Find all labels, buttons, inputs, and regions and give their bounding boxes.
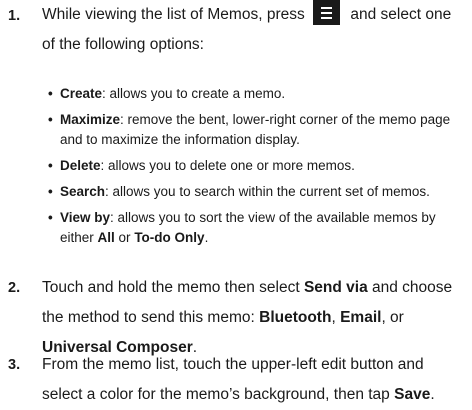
step-number: 2.	[8, 280, 21, 296]
menu-icon	[313, 0, 341, 25]
step-text-part: ,	[331, 309, 341, 326]
step-text-part: Touch and hold the memo then select	[42, 279, 304, 296]
save-label: Save	[394, 386, 431, 403]
options-list: • Create: allows you to create a memo. •…	[48, 84, 468, 254]
bluetooth-label: Bluetooth	[259, 309, 332, 326]
option-delete: • Delete: allows you to delete one or mo…	[48, 156, 468, 176]
bullet-dot: •	[48, 86, 53, 101]
option-desc: : allows you to delete one or more memos…	[100, 158, 355, 173]
bullet-dot: •	[48, 184, 53, 199]
bullet-dot: •	[48, 112, 53, 127]
step-number: 3.	[8, 357, 21, 373]
option-name: Delete	[60, 158, 101, 173]
bullet-dot: •	[48, 210, 53, 225]
option-name: View by	[60, 210, 111, 225]
step-text: While viewing the list of Memos, press a…	[42, 0, 468, 60]
option-name: Maximize	[60, 112, 121, 127]
option-name: Create	[60, 86, 103, 101]
option-value-todo: To-do Only	[134, 230, 205, 245]
step-text-before: While viewing the list of Memos, press	[42, 6, 305, 23]
step-text-part: .	[430, 386, 435, 403]
option-search: • Search: allows you to search within th…	[48, 182, 468, 202]
option-value-all: All	[97, 230, 115, 245]
bullet-dot: •	[48, 158, 53, 173]
email-label: Email	[340, 309, 382, 326]
option-name: Search	[60, 184, 106, 199]
option-desc-mid: or	[114, 230, 135, 245]
step-text: From the memo list, touch the upper-left…	[42, 350, 468, 410]
step-number: 1.	[8, 8, 21, 24]
option-create: • Create: allows you to create a memo.	[48, 84, 468, 104]
option-desc: : allows you to create a memo.	[102, 86, 286, 101]
option-maximize: • Maximize: remove the bent, lower-right…	[48, 110, 468, 150]
send-via-label: Send via	[303, 279, 368, 296]
step-text-part: From the memo list, touch the upper-left…	[42, 356, 424, 403]
option-view-by: • View by: allows you to sort the view o…	[48, 208, 468, 248]
option-desc: : allows you to search within the curren…	[105, 184, 430, 199]
step-text-part: , or	[381, 309, 404, 326]
option-desc-end: .	[204, 230, 209, 245]
